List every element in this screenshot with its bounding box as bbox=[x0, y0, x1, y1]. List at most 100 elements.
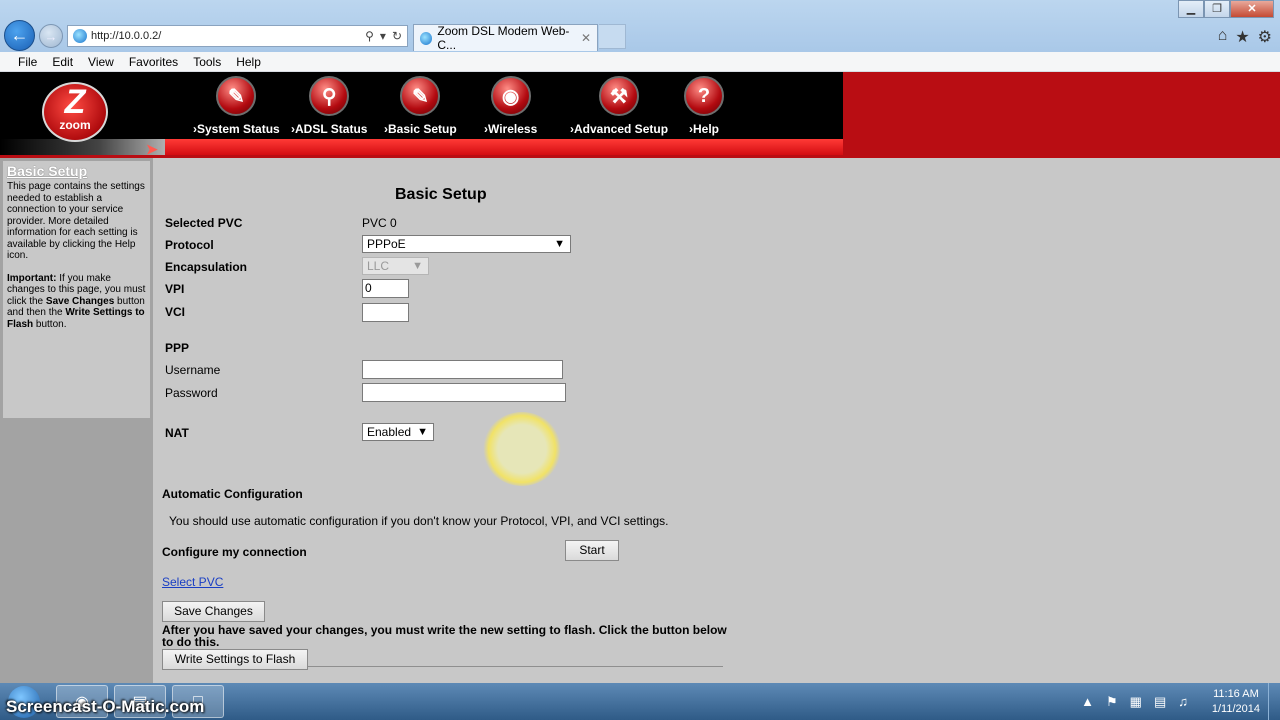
encapsulation-label: Encapsulation bbox=[165, 260, 248, 274]
close-button[interactable]: ✕ bbox=[1230, 0, 1274, 18]
volume-icon[interactable]: ♫ bbox=[1178, 694, 1188, 710]
address-bar[interactable]: http://10.0.0.2/ ⚲ ▾ ↻ bbox=[67, 25, 408, 47]
flag-icon[interactable]: ⚑ bbox=[1106, 694, 1118, 710]
password-label: Password bbox=[165, 386, 218, 400]
sidebar-description: This page contains the settings needed t… bbox=[7, 181, 145, 261]
write-flash-button[interactable]: Write Settings to Flash bbox=[162, 649, 308, 670]
menu-favorites[interactable]: Favorites bbox=[129, 55, 178, 69]
restore-button[interactable]: ❐ bbox=[1204, 0, 1230, 18]
page-title: Basic Setup bbox=[395, 186, 487, 203]
nav-system-status[interactable]: ✎ System Status bbox=[193, 76, 280, 136]
show-hidden-icons-icon[interactable]: ▲ bbox=[1081, 694, 1094, 710]
device-icon[interactable]: ▦ bbox=[1130, 694, 1142, 710]
browser-tab[interactable]: Zoom DSL Modem Web-C... ✕ bbox=[413, 24, 598, 52]
encapsulation-select: LLC ▼ bbox=[362, 257, 429, 275]
clock-time: 11:16 AM bbox=[1213, 688, 1259, 700]
menu-view[interactable]: View bbox=[88, 55, 114, 69]
nav-wireless[interactable]: ◉ Wireless bbox=[484, 76, 537, 136]
network-icon[interactable]: ▤ bbox=[1154, 694, 1166, 710]
menu-bar: File Edit View Favorites Tools Help bbox=[0, 52, 1280, 72]
sidebar: Basic Setup This page contains the setti… bbox=[0, 158, 153, 683]
start-button[interactable]: Start bbox=[565, 540, 619, 561]
nav-label: System Status bbox=[193, 122, 280, 136]
nav-label: Wireless bbox=[484, 122, 537, 136]
nav-help[interactable]: ? Help bbox=[684, 76, 724, 136]
cursor-highlight bbox=[483, 412, 561, 486]
sidebar-help-box: Basic Setup This page contains the setti… bbox=[3, 161, 150, 418]
basic-setup-icon: ✎ bbox=[400, 76, 441, 116]
encapsulation-value: LLC bbox=[367, 259, 390, 273]
browser-toolbar-right: ⌂ ★ ⚙ bbox=[1218, 27, 1272, 47]
nat-value: Enabled bbox=[367, 425, 412, 439]
show-desktop-button[interactable] bbox=[1268, 683, 1280, 720]
nav-basic-setup[interactable]: ✎ Basic Setup bbox=[384, 76, 457, 136]
favorites-star-icon[interactable]: ★ bbox=[1235, 27, 1249, 47]
browser-titlebar: ← → http://10.0.0.2/ ⚲ ▾ ↻ Zoom DSL Mode… bbox=[0, 0, 1280, 52]
settings-gear-icon[interactable]: ⚙ bbox=[1258, 27, 1272, 47]
save-changes-button[interactable]: Save Changes bbox=[162, 601, 265, 622]
taskbar: ◉ ▤ □ Screencast-O-Matic.com ▲ ⚑ ▦ ▤ ♫ 1… bbox=[0, 683, 1280, 720]
window-controls: ▁ ❐ ✕ bbox=[1178, 0, 1274, 18]
clock-date: 1/11/2014 bbox=[1211, 703, 1260, 715]
back-arrow-icon: ← bbox=[10, 25, 29, 45]
password-input[interactable] bbox=[362, 383, 566, 402]
logo-word: zoom bbox=[59, 118, 91, 132]
selected-pvc-value: PVC 0 bbox=[362, 216, 397, 230]
main-content: Basic Setup Selected PVC PVC 0 Protocol … bbox=[153, 158, 1280, 683]
advanced-setup-icon: ⚒ bbox=[599, 76, 640, 116]
system-status-icon: ✎ bbox=[216, 76, 257, 116]
home-icon[interactable]: ⌂ bbox=[1218, 27, 1228, 47]
sidebar-important: Important: If you make changes to this p… bbox=[7, 272, 146, 330]
nav-label: ADSL Status bbox=[291, 122, 367, 136]
nav-label: Basic Setup bbox=[384, 122, 457, 136]
vci-label: VCI bbox=[165, 305, 186, 319]
auto-config-label: Automatic Configuration bbox=[162, 487, 303, 501]
auto-config-hint: You should use automatic configuration i… bbox=[169, 514, 669, 528]
new-tab-button[interactable] bbox=[599, 24, 626, 49]
important-label: Important: bbox=[7, 272, 57, 284]
system-tray: ▲ ⚑ ▦ ▤ ♫ bbox=[1081, 694, 1188, 710]
clock[interactable]: 11:16 AM 1/11/2014 bbox=[1212, 687, 1260, 717]
forward-button[interactable]: → bbox=[39, 24, 63, 48]
chevron-down-icon: ▼ bbox=[412, 260, 423, 272]
back-button[interactable]: ← bbox=[4, 20, 35, 51]
address-url[interactable]: http://10.0.0.2/ bbox=[91, 30, 365, 42]
wireless-icon: ◉ bbox=[490, 76, 531, 116]
nav-advanced-setup[interactable]: ⚒ Advanced Setup bbox=[570, 76, 668, 136]
nav-adsl-status[interactable]: ⚲ ADSL Status bbox=[291, 76, 367, 136]
logo-glyph: Z bbox=[64, 83, 86, 121]
tab-title: Zoom DSL Modem Web-C... bbox=[437, 24, 570, 52]
menu-edit[interactable]: Edit bbox=[52, 55, 73, 69]
ppp-label: PPP bbox=[165, 341, 190, 355]
selected-pvc-label: Selected PVC bbox=[165, 216, 243, 230]
username-input[interactable] bbox=[362, 360, 563, 379]
page-header: ➤ Z zoom ✎ System Status ⚲ ADSL Status ✎… bbox=[0, 72, 1280, 158]
protocol-label: Protocol bbox=[165, 238, 214, 252]
web-page: ➤ Z zoom ✎ System Status ⚲ ADSL Status ✎… bbox=[0, 72, 1280, 683]
vci-input[interactable] bbox=[362, 303, 409, 322]
sidebar-title[interactable]: Basic Setup bbox=[7, 163, 146, 179]
vpi-label: VPI bbox=[165, 282, 185, 296]
nav-label: Help bbox=[689, 122, 719, 136]
forward-arrow-icon: → bbox=[44, 28, 58, 44]
menu-help[interactable]: Help bbox=[236, 55, 261, 69]
menu-tools[interactable]: Tools bbox=[193, 55, 221, 69]
vpi-input[interactable]: 0 bbox=[362, 279, 409, 298]
configure-label: Configure my connection bbox=[162, 545, 307, 559]
minimize-button[interactable]: ▁ bbox=[1178, 0, 1204, 18]
protocol-select[interactable]: PPPoE ▼ bbox=[362, 235, 571, 253]
nav-label: Advanced Setup bbox=[570, 122, 668, 136]
zoom-logo[interactable]: Z zoom bbox=[42, 82, 108, 142]
username-label: Username bbox=[165, 363, 221, 377]
refresh-icon[interactable]: ↻ bbox=[392, 29, 402, 43]
tab-close-icon[interactable]: ✕ bbox=[581, 31, 591, 45]
select-pvc-link[interactable]: Select PVC bbox=[162, 575, 223, 589]
chevron-down-icon: ▼ bbox=[554, 238, 565, 250]
dropdown-icon[interactable]: ▾ bbox=[380, 29, 386, 43]
arrow-icon: ➤ bbox=[146, 141, 158, 157]
nat-select[interactable]: Enabled ▼ bbox=[362, 423, 434, 441]
screencast-watermark: Screencast-O-Matic.com bbox=[6, 697, 205, 716]
ie-page-icon bbox=[73, 29, 87, 43]
search-icon[interactable]: ⚲ bbox=[365, 29, 374, 43]
menu-file[interactable]: File bbox=[18, 55, 37, 69]
